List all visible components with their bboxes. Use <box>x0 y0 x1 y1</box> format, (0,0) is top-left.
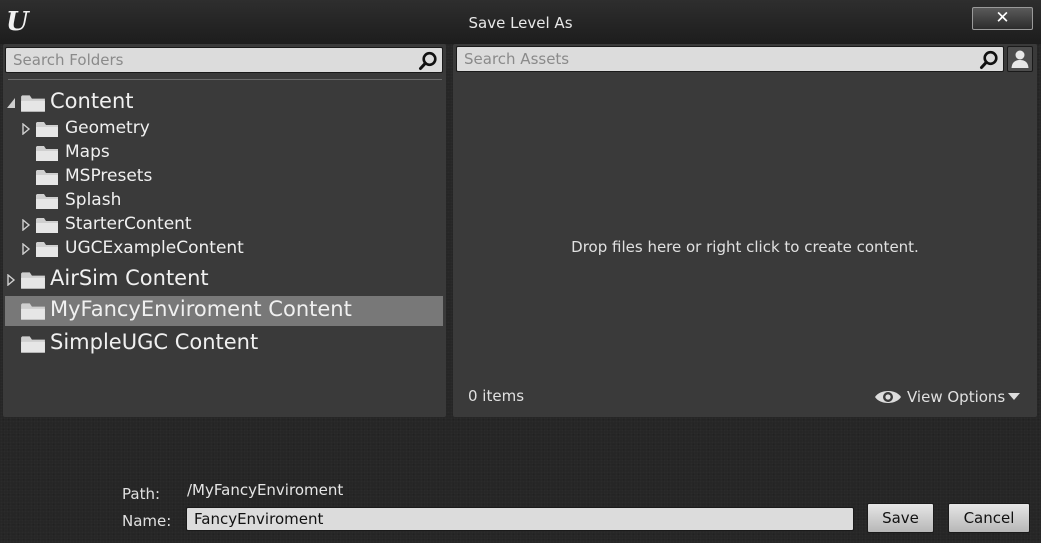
folder-tree-label: Splash <box>65 190 122 210</box>
title-bar: U Save Level As ✕ <box>0 0 1041 44</box>
collapsed-arrow-icon[interactable] <box>6 274 16 286</box>
search-icon[interactable] <box>979 50 999 70</box>
folder-tree-item[interactable]: SimpleUGC Content <box>5 329 443 359</box>
close-button[interactable]: ✕ <box>972 7 1033 30</box>
view-options-button[interactable]: View Options <box>874 386 1021 408</box>
window-title: Save Level As <box>468 14 573 32</box>
eye-icon <box>875 391 901 403</box>
folder-tree-label: MSPresets <box>65 166 153 186</box>
folder-icon <box>35 240 59 262</box>
folder-tree-item[interactable]: MyFancyEnviroment Content <box>5 296 443 326</box>
folder-icon <box>20 93 46 117</box>
user-icon <box>1011 50 1029 68</box>
view-options-label: View Options <box>907 388 1006 406</box>
dropdown-arrow-icon <box>1008 393 1021 400</box>
save-button[interactable]: Save <box>867 503 934 533</box>
path-value: /MyFancyEnviroment <box>187 481 344 499</box>
empty-asset-message: Drop files here or right click to create… <box>571 238 919 256</box>
item-count: 0 items <box>468 387 525 405</box>
folder-tree-item[interactable]: MSPresets <box>5 165 443 189</box>
collapsed-arrow-icon[interactable] <box>21 123 31 135</box>
folder-tree-item[interactable]: Geometry <box>5 117 443 141</box>
folder-tree-label: Geometry <box>65 118 150 138</box>
name-label: Name: <box>122 512 172 530</box>
folder-tree-label: Maps <box>65 142 110 162</box>
user-filter-button[interactable] <box>1007 46 1033 72</box>
cancel-button[interactable]: Cancel <box>948 503 1030 533</box>
folder-tree-item[interactable]: Splash <box>5 189 443 213</box>
folder-icon <box>35 168 59 190</box>
asset-search-box <box>456 46 1004 72</box>
folder-icon <box>20 270 46 294</box>
collapsed-arrow-icon[interactable] <box>21 243 31 255</box>
search-icon[interactable] <box>418 51 438 71</box>
folder-tree-item[interactable]: Maps <box>5 141 443 165</box>
folder-tree-label: AirSim Content <box>50 266 209 290</box>
folder-tree-item[interactable]: Content <box>5 88 443 118</box>
name-field[interactable] <box>186 507 854 531</box>
folder-icon <box>35 192 59 214</box>
folder-search-box <box>5 47 443 73</box>
folder-search-input[interactable] <box>6 48 442 72</box>
asset-search-input[interactable] <box>457 47 1003 71</box>
folder-tree-label: UGCExampleContent <box>65 238 244 258</box>
folder-tree-label: StarterContent <box>65 214 192 234</box>
folder-tree-item[interactable]: AirSim Content <box>5 265 443 295</box>
folder-tree-item[interactable]: StarterContent <box>5 213 443 237</box>
folder-tree-label: Content <box>50 89 134 113</box>
folder-tree-label: SimpleUGC Content <box>50 330 259 354</box>
folder-icon <box>35 144 59 166</box>
expanded-arrow-icon[interactable] <box>6 97 16 109</box>
folder-tree-item[interactable]: UGCExampleContent <box>5 237 443 261</box>
folder-tree-label: MyFancyEnviroment Content <box>50 297 352 321</box>
folder-icon <box>20 301 46 325</box>
path-label: Path: <box>122 485 161 503</box>
asset-view-panel <box>453 44 1037 417</box>
folder-icon <box>35 216 59 238</box>
collapsed-arrow-icon[interactable] <box>21 219 31 231</box>
folder-divider <box>8 79 442 80</box>
folder-icon <box>20 334 46 358</box>
folder-icon <box>35 120 59 142</box>
